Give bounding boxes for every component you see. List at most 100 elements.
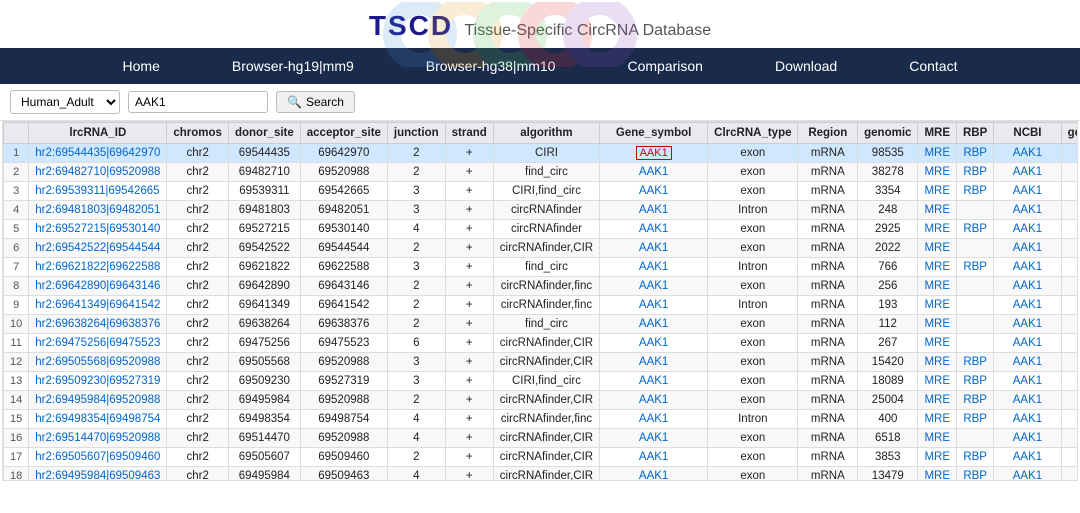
cell-gene-symbol[interactable]: AAK1 — [600, 163, 708, 182]
cell-rbp[interactable] — [957, 296, 994, 315]
cell-mre[interactable]: MRE — [918, 448, 957, 467]
cell-circrna-id[interactable]: hr2:69514470|69520988 — [29, 429, 167, 448]
cell-gene-symbol[interactable]: AAK1 — [600, 353, 708, 372]
cell-genecards[interactable]: AAK1 — [1061, 220, 1078, 239]
cell-circrna-id[interactable]: hr2:69544435|69642970 — [29, 144, 167, 163]
search-input[interactable] — [128, 91, 268, 113]
cell-ncbi[interactable]: AAK1 — [994, 448, 1061, 467]
cell-ncbi[interactable]: AAK1 — [994, 144, 1061, 163]
cell-ncbi[interactable]: AAK1 — [994, 315, 1061, 334]
cell-rbp[interactable]: RBP — [957, 220, 994, 239]
cell-rbp[interactable]: RBP — [957, 163, 994, 182]
cell-mre[interactable]: MRE — [918, 182, 957, 201]
cell-genecards[interactable]: AAK1 — [1061, 182, 1078, 201]
cell-rbp[interactable]: RBP — [957, 182, 994, 201]
cell-ncbi[interactable]: AAK1 — [994, 372, 1061, 391]
cell-circrna-id[interactable]: hr2:69481803|69482051 — [29, 201, 167, 220]
cell-mre[interactable]: MRE — [918, 467, 957, 482]
cell-ncbi[interactable]: AAK1 — [994, 334, 1061, 353]
cell-circrna-id[interactable]: hr2:69509230|69527319 — [29, 372, 167, 391]
cell-ncbi[interactable]: AAK1 — [994, 391, 1061, 410]
cell-gene-symbol[interactable]: AAK1 — [600, 448, 708, 467]
cell-genecards[interactable]: AAK1 — [1061, 372, 1078, 391]
cell-mre[interactable]: MRE — [918, 429, 957, 448]
cell-rbp[interactable]: RBP — [957, 448, 994, 467]
cell-mre[interactable]: MRE — [918, 258, 957, 277]
cell-circrna-id[interactable]: hr2:69505607|69509460 — [29, 448, 167, 467]
cell-circrna-id[interactable]: hr2:69621822|69622588 — [29, 258, 167, 277]
cell-mre[interactable]: MRE — [918, 391, 957, 410]
cell-genecards[interactable]: AAK1 — [1061, 448, 1078, 467]
cell-circrna-id[interactable]: hr2:69475256|69475523 — [29, 334, 167, 353]
species-dropdown[interactable]: Human_Adult Human_Fetal Mouse_Adult — [10, 90, 120, 114]
cell-mre[interactable]: MRE — [918, 372, 957, 391]
cell-ncbi[interactable]: AAK1 — [994, 429, 1061, 448]
cell-rbp[interactable] — [957, 429, 994, 448]
cell-genecards[interactable]: AAK1 — [1061, 429, 1078, 448]
cell-genecards[interactable]: AAK1 — [1061, 315, 1078, 334]
cell-genecards[interactable]: AAK1 — [1061, 239, 1078, 258]
cell-mre[interactable]: MRE — [918, 239, 957, 258]
cell-gene-symbol[interactable]: AAK1 — [600, 277, 708, 296]
cell-gene-symbol[interactable]: AAK1 — [600, 334, 708, 353]
cell-genecards[interactable]: AAK1 — [1061, 163, 1078, 182]
cell-rbp[interactable] — [957, 201, 994, 220]
cell-circrna-id[interactable]: hr2:69495984|69520988 — [29, 391, 167, 410]
cell-circrna-id[interactable]: hr2:69505568|69520988 — [29, 353, 167, 372]
cell-rbp[interactable] — [957, 315, 994, 334]
cell-ncbi[interactable]: AAK1 — [994, 258, 1061, 277]
cell-rbp[interactable]: RBP — [957, 391, 994, 410]
cell-mre[interactable]: MRE — [918, 353, 957, 372]
cell-gene-symbol[interactable]: AAK1 — [600, 182, 708, 201]
cell-rbp[interactable] — [957, 277, 994, 296]
cell-ncbi[interactable]: AAK1 — [994, 163, 1061, 182]
cell-gene-symbol[interactable]: AAK1 — [600, 239, 708, 258]
cell-circrna-id[interactable]: hr2:69642890|69643146 — [29, 277, 167, 296]
cell-ncbi[interactable]: AAK1 — [994, 410, 1061, 429]
nav-home[interactable]: Home — [87, 48, 196, 84]
cell-gene-symbol[interactable]: AAK1 — [600, 429, 708, 448]
cell-gene-symbol[interactable]: AAK1 — [600, 296, 708, 315]
cell-gene-symbol[interactable]: AAK1 — [600, 372, 708, 391]
cell-mre[interactable]: MRE — [918, 163, 957, 182]
cell-gene-symbol[interactable]: AAK1 — [600, 410, 708, 429]
cell-gene-symbol[interactable]: AAK1 — [600, 258, 708, 277]
cell-circrna-id[interactable]: hr2:69539311|69542665 — [29, 182, 167, 201]
cell-circrna-id[interactable]: hr2:69495984|69509463 — [29, 467, 167, 482]
cell-genecards[interactable]: AAK1 — [1061, 467, 1078, 482]
nav-browser-hg19[interactable]: Browser-hg19|mm9 — [196, 48, 390, 84]
cell-mre[interactable]: MRE — [918, 144, 957, 163]
cell-genecards[interactable]: AAK1 — [1061, 144, 1078, 163]
cell-ncbi[interactable]: AAK1 — [994, 201, 1061, 220]
cell-rbp[interactable]: RBP — [957, 353, 994, 372]
cell-ncbi[interactable]: AAK1 — [994, 296, 1061, 315]
cell-mre[interactable]: MRE — [918, 315, 957, 334]
cell-mre[interactable]: MRE — [918, 201, 957, 220]
cell-rbp[interactable]: RBP — [957, 144, 994, 163]
cell-genecards[interactable]: AAK1 — [1061, 201, 1078, 220]
cell-gene-symbol[interactable]: AAK1 — [600, 144, 708, 163]
cell-ncbi[interactable]: AAK1 — [994, 467, 1061, 482]
cell-gene-symbol[interactable]: AAK1 — [600, 467, 708, 482]
cell-ncbi[interactable]: AAK1 — [994, 239, 1061, 258]
nav-download[interactable]: Download — [739, 48, 873, 84]
cell-circrna-id[interactable]: hr2:69482710|69520988 — [29, 163, 167, 182]
cell-gene-symbol[interactable]: AAK1 — [600, 201, 708, 220]
cell-mre[interactable]: MRE — [918, 334, 957, 353]
cell-mre[interactable]: MRE — [918, 277, 957, 296]
cell-rbp[interactable] — [957, 334, 994, 353]
cell-mre[interactable]: MRE — [918, 220, 957, 239]
nav-comparison[interactable]: Comparison — [591, 48, 738, 84]
cell-circrna-id[interactable]: hr2:69641349|69641542 — [29, 296, 167, 315]
cell-genecards[interactable]: AAK1 — [1061, 296, 1078, 315]
cell-ncbi[interactable]: AAK1 — [994, 220, 1061, 239]
cell-genecards[interactable]: AAK1 — [1061, 391, 1078, 410]
cell-circrna-id[interactable]: hr2:69498354|69498754 — [29, 410, 167, 429]
cell-rbp[interactable]: RBP — [957, 467, 994, 482]
search-button[interactable]: 🔍 Search — [276, 91, 355, 113]
cell-rbp[interactable]: RBP — [957, 372, 994, 391]
cell-ncbi[interactable]: AAK1 — [994, 182, 1061, 201]
cell-genecards[interactable]: AAK1 — [1061, 334, 1078, 353]
cell-gene-symbol[interactable]: AAK1 — [600, 315, 708, 334]
cell-mre[interactable]: MRE — [918, 410, 957, 429]
